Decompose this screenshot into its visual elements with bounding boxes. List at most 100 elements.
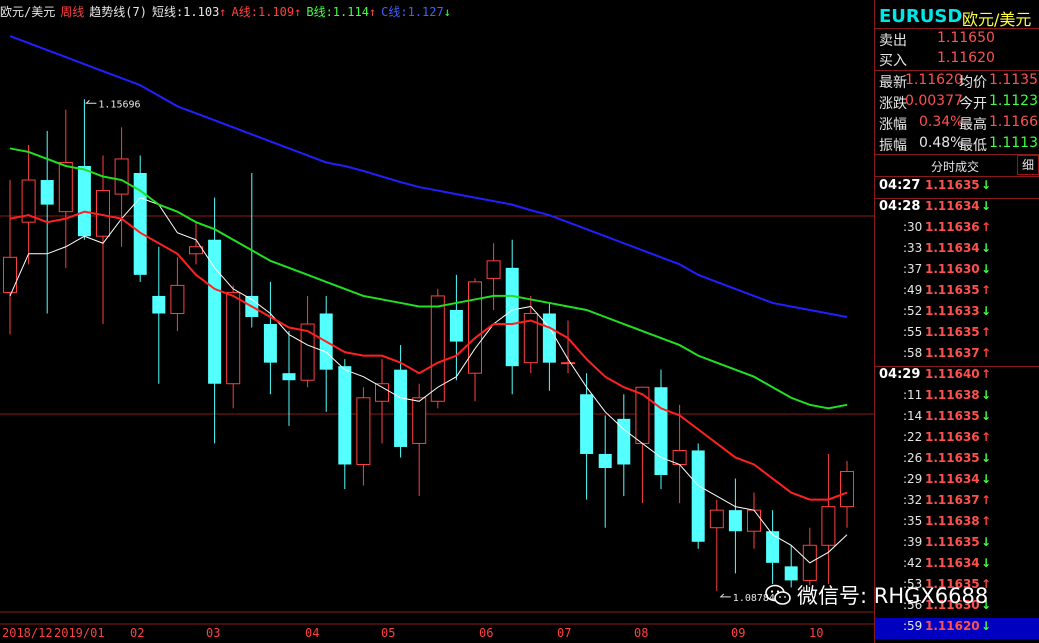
arrow-up-icon: ↑ — [981, 367, 992, 381]
high-marker-arrow — [85, 99, 97, 104]
tick-row[interactable]: :59 1.11620 ↓ — [875, 619, 1030, 640]
arrow-up-icon: ↑ — [981, 493, 992, 507]
tick-row[interactable]: :26 1.11635 ↓ — [875, 451, 1030, 472]
arrow-down-icon: ↓ — [981, 262, 992, 276]
tick-price: 1.11640 — [925, 367, 980, 381]
arrow-up-icon: ↑ — [981, 283, 992, 297]
tick-price: 1.11638 — [925, 514, 980, 528]
candle-body-up — [486, 260, 501, 279]
candle-body-up — [561, 362, 575, 365]
x-tick-label: 08 — [634, 626, 649, 640]
tick-time: 04:28 — [879, 199, 921, 214]
amp-row: 振幅 0.48% 最低 1.11130 — [875, 135, 1039, 155]
candle-body-down — [598, 453, 612, 469]
symbol-code: EURUSD — [879, 6, 963, 27]
chart-svg[interactable]: 1.156961.08784 — [0, 0, 874, 625]
tick-time: :37 — [903, 262, 923, 276]
sell-row: 卖出 1.11650 — [875, 30, 1039, 50]
tick-row[interactable]: :35 1.11638 ↑ — [875, 514, 1030, 535]
candle-body-down — [77, 165, 91, 237]
x-tick-label: 09 — [731, 626, 746, 640]
candle-body-down — [691, 450, 705, 542]
tick-price: 1.11637 — [925, 493, 980, 507]
candle-body-down — [394, 369, 408, 447]
tick-price: 1.11634 — [925, 241, 980, 255]
change-label: 涨跌 — [879, 96, 907, 112]
ticks-title[interactable]: 分时成交 — [931, 158, 979, 175]
tick-price: 1.11633 — [925, 304, 980, 318]
tick-row[interactable]: :14 1.11635 ↓ — [875, 409, 1030, 430]
arrow-down-icon: ↓ — [981, 304, 992, 318]
candle-body-up — [375, 383, 389, 402]
indicator-period[interactable]: 周线 — [60, 3, 84, 20]
arrow-up-icon: ↑ — [981, 514, 992, 528]
candle-body-down — [152, 295, 166, 314]
tick-row[interactable]: :39 1.11635 ↓ — [875, 535, 1030, 556]
tick-price: 1.11635 — [925, 283, 980, 297]
candle-body-down — [766, 531, 780, 563]
tick-time: :26 — [903, 451, 923, 465]
high-label: 最高 — [959, 117, 987, 133]
tick-row[interactable]: :33 1.11634 ↓ — [875, 241, 1030, 262]
watermark-text: 微信号: RHGX6688 — [797, 584, 989, 608]
buy-value: 1.11620 — [937, 50, 995, 66]
candle-body-up — [430, 295, 445, 402]
tick-time: :29 — [903, 472, 923, 486]
short-label: 短线: — [151, 4, 184, 19]
tick-row[interactable]: :32 1.11637 ↑ — [875, 493, 1030, 514]
candle-body-down — [449, 309, 463, 342]
a-arrow-icon: ↑ — [294, 4, 302, 19]
low-label: 最低 — [959, 138, 987, 154]
a-label: A线: — [231, 4, 258, 19]
x-tick-label: 03 — [206, 626, 221, 640]
open-value: 1.11235 — [989, 93, 1039, 109]
tick-row[interactable]: :49 1.11635 ↑ — [875, 283, 1030, 304]
divider — [875, 28, 1039, 29]
indicator-name[interactable]: 趋势线(7) — [89, 3, 147, 20]
tick-list[interactable]: 04:27 1.11635 ↓ 04:28 1.11634 ↓:30 1.11636 ↑:33… — [875, 176, 1039, 643]
tick-row[interactable]: :52 1.11633 ↓ — [875, 304, 1030, 325]
divider — [875, 70, 1039, 71]
candle-body-down — [338, 366, 352, 465]
tick-price: 1.11620 — [925, 619, 980, 633]
candle-body-up — [709, 509, 724, 529]
pct-label: 涨幅 — [879, 117, 907, 133]
short-value: 1.103 — [183, 4, 220, 19]
tick-price: 1.11636 — [925, 430, 980, 444]
tick-price: 1.11635 — [925, 178, 980, 192]
candle-body-up — [412, 397, 427, 444]
indicator-symbol: 欧元/美元 — [0, 4, 56, 19]
tick-time: :59 — [903, 619, 923, 633]
tick-row[interactable]: :58 1.11637 ↑ — [875, 346, 1030, 367]
high-price-label: 1.15696 — [98, 99, 140, 110]
pct-row: 涨幅 0.34% 最高 1.11660 — [875, 114, 1039, 134]
tick-row[interactable]: :55 1.11635 ↑ — [875, 325, 1030, 346]
x-tick-label: 07 — [557, 626, 572, 640]
tick-price: 1.11635 — [925, 325, 980, 339]
candle-body-down — [282, 373, 296, 381]
candle-body-down — [505, 267, 519, 367]
b-arrow-icon: ↑ — [368, 4, 377, 19]
price-chart[interactable]: 1.15696 1.08784 欧元/美元 周线 趋势线(7) 短线:1.103 ↑… — [0, 0, 874, 643]
tick-row[interactable]: 04:28 1.11634 ↓ — [875, 199, 1030, 220]
tick-price: 1.11636 — [925, 220, 980, 234]
tick-row[interactable]: :37 1.11630 ↓ — [875, 262, 1030, 283]
tick-time: :33 — [903, 241, 923, 255]
tick-row[interactable]: 04:29 1.11640 ↑ — [875, 367, 1030, 388]
candle-body-down — [263, 324, 277, 363]
x-tick-label: 2019/01 — [54, 626, 105, 640]
ticks-detail-button[interactable]: 细 — [1017, 155, 1039, 175]
arrow-down-icon: ↓ — [981, 619, 992, 633]
indicator-b: B线:1.114↑ — [306, 3, 376, 20]
change-value: 0.00377 — [905, 93, 963, 109]
tick-time: :14 — [903, 409, 923, 423]
tick-time: 04:27 — [879, 178, 921, 193]
indicator-a: A线:1.109↑ — [232, 3, 302, 20]
tick-row[interactable]: :42 1.11634 ↓ — [875, 556, 1030, 577]
arrow-up-icon: ↑ — [981, 325, 992, 339]
tick-row[interactable]: :29 1.11634 ↓ — [875, 472, 1030, 493]
tick-row[interactable]: :11 1.11638 ↓ — [875, 388, 1030, 409]
tick-row[interactable]: 04:27 1.11635 ↓ — [875, 178, 1030, 199]
tick-row[interactable]: :22 1.11636 ↑ — [875, 430, 1030, 451]
tick-row[interactable]: :30 1.11636 ↑ — [875, 220, 1030, 241]
